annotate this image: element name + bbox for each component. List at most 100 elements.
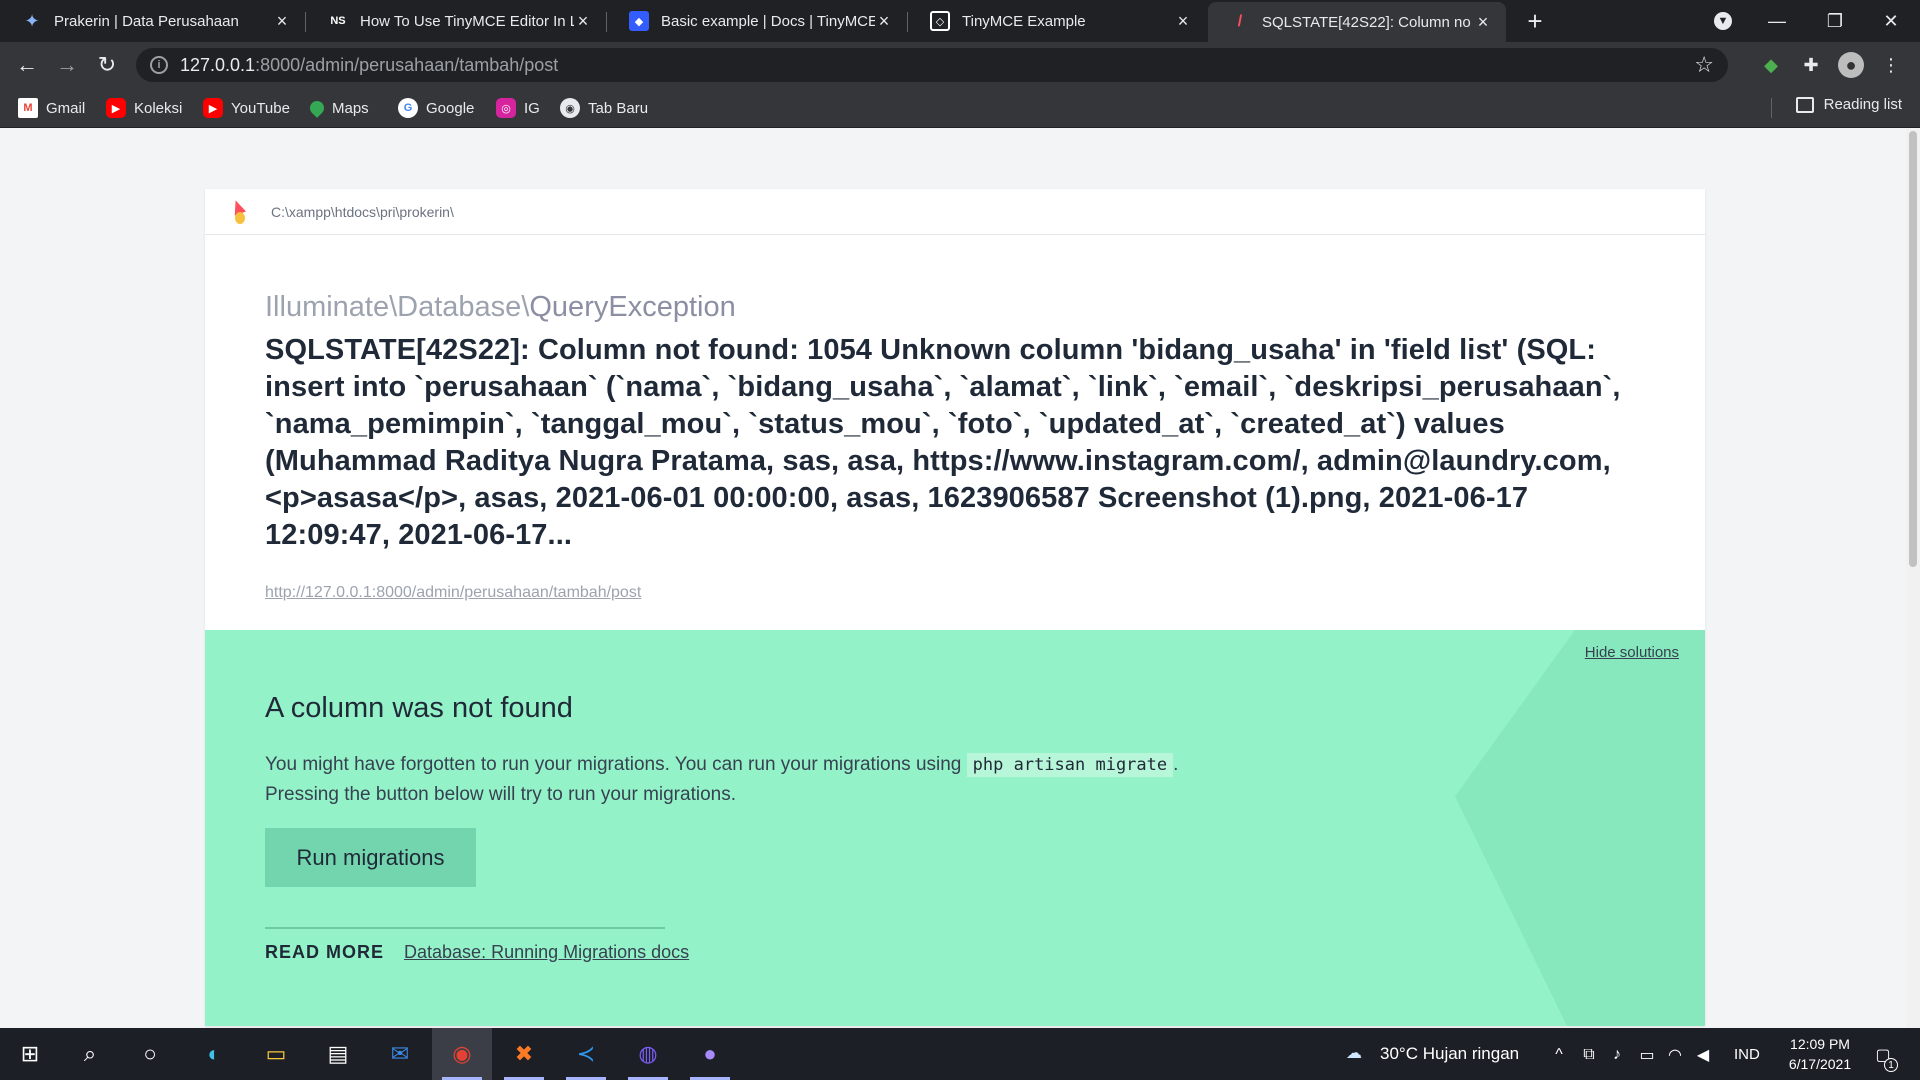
solution-text-end: . [1173, 754, 1179, 775]
address-bar[interactable]: i 127.0.0.1:8000/admin/perusahaan/tambah… [136, 48, 1728, 82]
exception-namespace: Illuminate\Database\ [265, 291, 530, 323]
tab-tinymce-example[interactable]: ◇ TinyMCE Example × [908, 0, 1206, 42]
bookmark-label: Tab Baru [588, 99, 649, 117]
tab-title: SQLSTATE[42S22]: Column no [1262, 13, 1471, 31]
vscode-icon[interactable]: ≺ [556, 1028, 616, 1080]
reload-button[interactable]: ↻ [90, 48, 124, 82]
weather-text[interactable]: 30°C Hujan ringan [1380, 1028, 1519, 1080]
xampp-icon[interactable]: ✖ [494, 1028, 554, 1080]
minimize-button[interactable]: — [1748, 0, 1806, 42]
tab-tinymce-docs[interactable]: ◆ Basic example | Docs | TinyMCE × [607, 0, 907, 42]
ns-favicon-icon: NS [330, 15, 346, 27]
clock-time: 12:09 PM [1790, 1036, 1850, 1052]
profile-avatar[interactable]: ● [1838, 52, 1864, 78]
bookmark-label: YouTube [231, 99, 290, 117]
close-icon[interactable]: × [875, 11, 893, 32]
solution-text-line2: Pressing the button below will try to ru… [265, 784, 736, 805]
wifi-icon[interactable]: ◠ [1664, 1044, 1686, 1066]
ignition-logo-icon [229, 197, 247, 225]
scrollbar-thumb[interactable] [1909, 131, 1917, 567]
chrome-icon[interactable]: ◉ [432, 1028, 492, 1080]
tab-sqlstate-error[interactable]: / SQLSTATE[42S22]: Column no × [1208, 2, 1506, 42]
bookmark-maps[interactable]: Maps [307, 96, 369, 120]
url-path: :8000/admin/perusahaan/tambah/post [255, 54, 559, 75]
edge-icon[interactable]: ◐ [184, 1028, 244, 1080]
file-explorer-icon[interactable]: ▭ [246, 1028, 306, 1080]
bookmark-gmail[interactable]: M Gmail [18, 96, 85, 120]
github-icon[interactable]: ● [680, 1028, 740, 1080]
language-indicator[interactable]: IND [1734, 1028, 1760, 1080]
bookmarks-bar: M Gmail ▶ Koleksi ▶ YouTube Maps G Googl… [0, 88, 1920, 128]
bookmark-koleksi[interactable]: ▶ Koleksi [106, 96, 182, 120]
menu-kebab-icon[interactable]: ⋮ [1878, 52, 1904, 78]
bookmark-star-icon[interactable]: ☆ [1694, 52, 1714, 78]
tab-search-icon[interactable]: ▼ [1694, 0, 1752, 42]
close-icon[interactable]: × [574, 11, 592, 32]
back-button[interactable]: ← [10, 48, 44, 82]
task-view-icon[interactable]: ○ [120, 1028, 180, 1080]
battery-icon[interactable]: ▭ [1636, 1044, 1658, 1066]
clock-date: 6/17/2021 [1788, 1056, 1852, 1072]
new-tab-button[interactable]: + [1520, 6, 1550, 36]
system-clock[interactable]: 12:09 PM 6/17/2021 [1780, 1034, 1860, 1074]
mail-icon[interactable]: ✉ [370, 1028, 430, 1080]
run-migrations-button[interactable]: Run migrations [265, 828, 476, 887]
bookmark-youtube[interactable]: ▶ YouTube [203, 96, 290, 120]
close-icon[interactable]: × [1474, 12, 1492, 33]
page-scrollbar[interactable] [1906, 129, 1920, 1029]
close-window-button[interactable]: ✕ [1862, 0, 1920, 42]
windows-taskbar: ⊞ ⌕ ○ ◐ ▭ ▤ ✉ ◉ ✖ ≺ ◍ ● ☁ 30°C Hujan rin… [0, 1028, 1920, 1080]
store-icon[interactable]: ▤ [308, 1028, 368, 1080]
volume-icon[interactable]: ◀ [1692, 1044, 1714, 1066]
discord-icon[interactable]: ◍ [618, 1028, 678, 1080]
restore-button[interactable]: ❐ [1806, 0, 1864, 42]
bookmark-tab-baru[interactable]: ◉ Tab Baru [560, 96, 648, 120]
tab-title: Prakerin | Data Perusahaan [54, 12, 239, 30]
tab-title: TinyMCE Example [962, 12, 1086, 30]
tab-title: Basic example | Docs | TinyMCE [661, 12, 875, 30]
exception-section: Illuminate\Database\QueryException SQLST… [205, 235, 1705, 630]
extensions-puzzle-icon[interactable]: ✚ [1798, 52, 1824, 78]
chevron-up-icon[interactable]: ^ [1548, 1044, 1570, 1066]
forward-button[interactable]: → [50, 48, 84, 82]
solution-divider [265, 927, 665, 929]
bookmark-google[interactable]: G Google [398, 96, 474, 120]
extension-icon[interactable]: ◆ [1758, 52, 1784, 78]
error-card: C:\xampp\htdocs\pri\prokerin\ Illuminate… [205, 189, 1705, 1026]
reading-list-button[interactable]: Reading list [1795, 96, 1902, 113]
close-icon[interactable]: × [273, 11, 291, 32]
tinymce-favicon-icon: ◇ [930, 11, 950, 31]
weather-cloud-icon: ☁ [1346, 1045, 1362, 1062]
read-more-label: READ MORE [265, 942, 385, 962]
reading-list-icon [1795, 96, 1814, 113]
hide-solutions-link[interactable]: Hide solutions [1585, 644, 1679, 661]
request-url-link[interactable]: http://127.0.0.1:8000/admin/perusahaan/t… [265, 584, 1645, 602]
gmail-icon: M [18, 98, 38, 118]
tab-tinymce-laravel[interactable]: NS How To Use TinyMCE Editor In La × [306, 0, 606, 42]
address-url[interactable]: 127.0.0.1:8000/admin/perusahaan/tambah/p… [180, 55, 558, 76]
windows-start-icon[interactable]: ⊞ [0, 1028, 60, 1080]
docs-link[interactable]: Database: Running Migrations docs [404, 942, 689, 963]
error-card-header: C:\xampp\htdocs\pri\prokerin\ [205, 189, 1705, 235]
tab-prakerin[interactable]: ✦ Prakerin | Data Perusahaan × [0, 0, 305, 42]
notification-count-badge: 1 [1884, 1058, 1898, 1072]
bookmark-label: Koleksi [134, 99, 183, 117]
bookmark-label: IG [524, 99, 540, 117]
bookmark-label: Google [426, 99, 475, 117]
bookmarks-divider [1771, 98, 1772, 118]
site-info-icon[interactable]: i [150, 56, 168, 74]
close-icon[interactable]: × [1174, 11, 1192, 32]
microphone-icon[interactable]: ♪ [1606, 1044, 1628, 1066]
search-icon[interactable]: ⌕ [60, 1028, 120, 1080]
solution-code: php artisan migrate [966, 753, 1174, 777]
bookmark-label: Gmail [46, 99, 86, 117]
tab-title: How To Use TinyMCE Editor In La [360, 12, 574, 30]
meet-icon[interactable]: ⧉ [1578, 1044, 1600, 1066]
solution-text: You might have forgotten to run your mig… [265, 754, 967, 775]
reading-list-label: Reading list [1823, 96, 1902, 113]
bird-favicon-icon: ✦ [24, 10, 40, 31]
bookmark-ig[interactable]: ◎ IG [496, 96, 540, 120]
globe-icon: ◉ [560, 98, 580, 118]
solution-background-shape [1455, 630, 1705, 1026]
exception-message: SQLSTATE[42S22]: Column not found: 1054 … [265, 334, 1621, 551]
